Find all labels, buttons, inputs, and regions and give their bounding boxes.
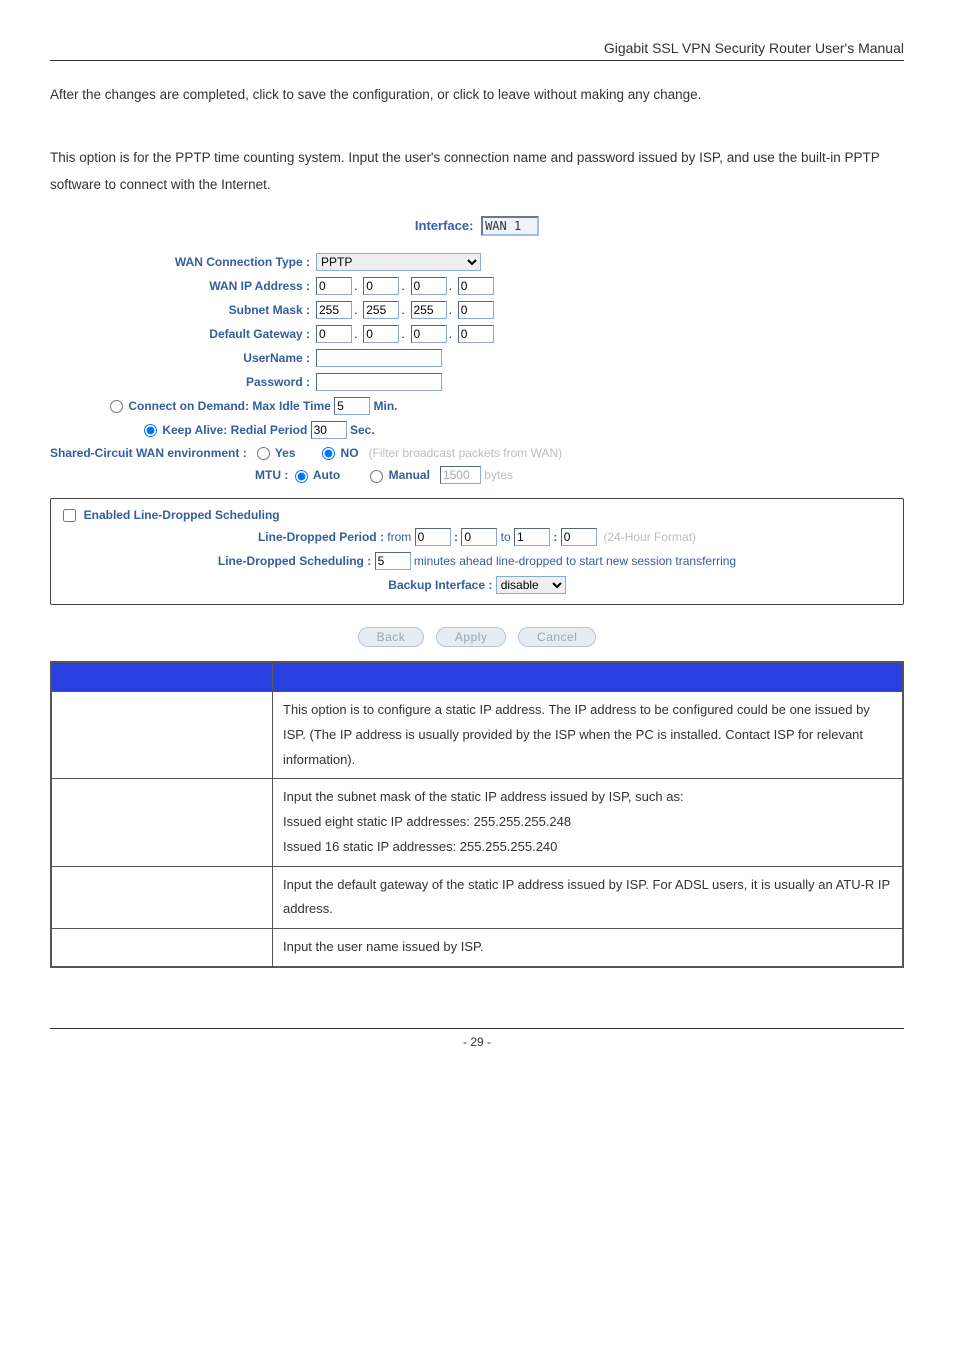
line-dropped-sched-row: Line-Dropped Scheduling : minutes ahead … bbox=[63, 552, 891, 570]
shared-yes: Yes bbox=[275, 446, 296, 460]
cod-time-input[interactable] bbox=[334, 397, 370, 415]
table-cell-gateway: Input the default gateway of the static … bbox=[273, 866, 904, 928]
hour-format: (24-Hour Format) bbox=[603, 530, 696, 544]
enable-line-dropped-label: Enabled Line-Dropped Scheduling bbox=[84, 508, 280, 522]
shared-yes-radio[interactable] bbox=[257, 447, 270, 460]
table-header-right bbox=[273, 662, 904, 692]
wan-ip-4[interactable] bbox=[458, 277, 494, 295]
line-dropped-period-row: Line-Dropped Period : from : to : (24-Ho… bbox=[63, 528, 891, 546]
interface-label: Interface: bbox=[415, 218, 474, 233]
enable-line-dropped-checkbox[interactable] bbox=[63, 509, 76, 522]
shared-circuit-row: Shared-Circuit WAN environment : Yes NO … bbox=[50, 446, 904, 460]
subnet-1[interactable] bbox=[316, 301, 352, 319]
gw-4[interactable] bbox=[458, 325, 494, 343]
ka-time-input[interactable] bbox=[311, 421, 347, 439]
back-button[interactable]: Back bbox=[358, 627, 425, 647]
ka-unit: Sec. bbox=[350, 423, 375, 437]
period-to-h[interactable] bbox=[514, 528, 550, 546]
conn-type-label: WAN Connection Type : bbox=[50, 250, 314, 274]
cancel-button[interactable]: Cancel bbox=[518, 627, 596, 647]
gw-1[interactable] bbox=[316, 325, 352, 343]
wan-ip-1[interactable] bbox=[316, 277, 352, 295]
mtu-label: MTU : bbox=[255, 468, 288, 482]
gw-3[interactable] bbox=[411, 325, 447, 343]
shared-label: Shared-Circuit WAN environment : bbox=[50, 446, 247, 460]
backup-interface-row: Backup Interface : disable bbox=[63, 576, 891, 594]
password-label: Password : bbox=[50, 370, 314, 394]
shared-no-radio[interactable] bbox=[322, 447, 335, 460]
button-row: Back Apply Cancel bbox=[50, 627, 904, 647]
period-label: Line-Dropped Period : bbox=[258, 530, 384, 544]
keep-alive-row: Keep Alive: Redial Period Sec. bbox=[144, 418, 904, 442]
interface-row: Interface: WAN 1 bbox=[50, 216, 904, 236]
page-header: Gigabit SSL VPN Security Router User's M… bbox=[50, 40, 904, 61]
gateway-label: Default Gateway : bbox=[50, 322, 314, 346]
description-table: This option is to configure a static IP … bbox=[50, 661, 904, 967]
subnet-4[interactable] bbox=[458, 301, 494, 319]
ka-label: Keep Alive: Redial Period bbox=[162, 423, 307, 437]
table-cell-username: Input the user name issued by ISP. bbox=[273, 928, 904, 966]
interface-select[interactable]: WAN 1 bbox=[481, 216, 539, 236]
table-cell-subnet: Input the subnet mask of the static IP a… bbox=[273, 779, 904, 866]
line-dropped-box: Enabled Line-Dropped Scheduling Line-Dro… bbox=[50, 498, 904, 605]
table-cell-wan-ip: This option is to configure a static IP … bbox=[273, 692, 904, 779]
apply-button[interactable]: Apply bbox=[436, 627, 507, 647]
sched-suffix: minutes ahead line-dropped to start new … bbox=[414, 554, 736, 568]
username-input[interactable] bbox=[316, 349, 442, 367]
username-label: UserName : bbox=[50, 346, 314, 370]
subnet-2[interactable] bbox=[363, 301, 399, 319]
table-row bbox=[51, 928, 273, 966]
intro-para-2: This option is for the PPTP time countin… bbox=[50, 144, 904, 198]
password-input[interactable] bbox=[316, 373, 442, 391]
period-to: to bbox=[501, 530, 511, 544]
backup-label: Backup Interface : bbox=[388, 578, 492, 592]
period-from: from bbox=[387, 530, 411, 544]
connect-on-demand-row: Connect on Demand: Max Idle Time Min. bbox=[110, 394, 904, 418]
subnet-label: Subnet Mask : bbox=[50, 298, 314, 322]
period-from-m[interactable] bbox=[461, 528, 497, 546]
period-to-m[interactable] bbox=[561, 528, 597, 546]
table-row bbox=[51, 779, 273, 866]
mtu-input[interactable] bbox=[440, 466, 481, 484]
sched-minutes-input[interactable] bbox=[375, 552, 411, 570]
mtu-auto: Auto bbox=[313, 468, 340, 482]
cod-unit: Min. bbox=[374, 399, 398, 413]
mtu-manual-radio[interactable] bbox=[370, 470, 383, 483]
mtu-manual: Manual bbox=[389, 468, 430, 482]
manual-title: Gigabit SSL VPN Security Router User's M… bbox=[604, 40, 904, 56]
subnet-3[interactable] bbox=[411, 301, 447, 319]
shared-no: NO bbox=[341, 446, 359, 460]
intro-para-1: After the changes are completed, click t… bbox=[50, 81, 904, 108]
gw-2[interactable] bbox=[363, 325, 399, 343]
page-footer: - 29 - bbox=[50, 1028, 904, 1049]
keep-alive-radio[interactable] bbox=[144, 424, 157, 437]
table-row bbox=[51, 692, 273, 779]
mtu-unit: bytes bbox=[484, 468, 513, 482]
wan-ip-3[interactable] bbox=[411, 277, 447, 295]
filter-note: (Filter broadcast packets from WAN) bbox=[369, 446, 563, 460]
sched-label: Line-Dropped Scheduling : bbox=[218, 554, 371, 568]
connect-on-demand-radio[interactable] bbox=[110, 400, 123, 413]
backup-select[interactable]: disable bbox=[496, 576, 566, 594]
wan-ip-label: WAN IP Address : bbox=[50, 274, 314, 298]
cod-label: Connect on Demand: Max Idle Time bbox=[128, 399, 330, 413]
wan-ip-2[interactable] bbox=[363, 277, 399, 295]
config-form: WAN Connection Type : PPTP WAN IP Addres… bbox=[50, 250, 904, 394]
page-number: - 29 - bbox=[463, 1035, 491, 1049]
mtu-auto-radio[interactable] bbox=[295, 470, 308, 483]
mtu-row: MTU : Auto Manual bytes bbox=[255, 466, 904, 484]
period-from-h[interactable] bbox=[415, 528, 451, 546]
table-header-left bbox=[51, 662, 273, 692]
table-row bbox=[51, 866, 273, 928]
conn-type-select[interactable]: PPTP bbox=[316, 253, 481, 271]
